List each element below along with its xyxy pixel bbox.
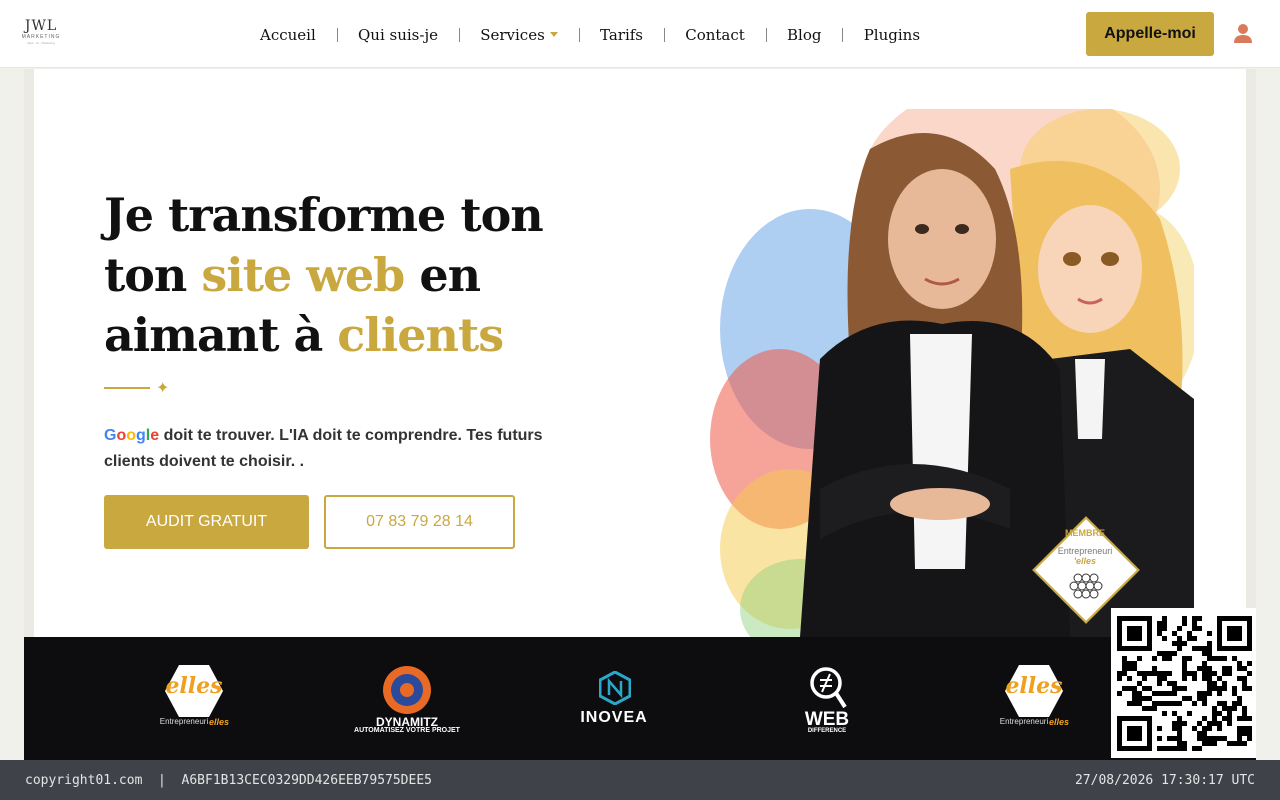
site-header: JWL MARKETING Web · IA · Marketing Accue… xyxy=(0,0,1280,68)
partner-web-difference[interactable]: WEB DIFFERENCE xyxy=(792,637,862,760)
partner-3-name: INOVEA xyxy=(580,709,648,726)
phone-button[interactable]: 07 83 79 28 14 xyxy=(324,495,515,549)
partner-dynamitz[interactable]: DYNAMITZ AUTOMATISEZ VOTRE PROJET xyxy=(342,637,472,760)
main-nav: Accueil Qui suis-je Services Tarifs Cont… xyxy=(250,24,930,46)
timestamp: 27/08/2026 17:30:17 UTC xyxy=(1074,773,1255,788)
nav-qui-suis-je[interactable]: Qui suis-je xyxy=(348,26,448,44)
badge-title: MEMBRE xyxy=(1065,528,1105,538)
partner-5-sub2: elles xyxy=(1048,717,1070,727)
footer-bar: copyright01.com | A6BF1B13CEC0329DD426EE… xyxy=(0,760,1280,800)
qr-code xyxy=(1111,608,1256,758)
call-me-button[interactable]: Appelle-moi xyxy=(1086,12,1214,56)
logo-mark: JWL xyxy=(24,18,58,34)
google-letter: e xyxy=(150,427,160,444)
partner-entrepreneurielles-2[interactable]: elles Entrepreneuri elles xyxy=(994,637,1074,760)
site-logo[interactable]: JWL MARKETING Web · IA · Marketing xyxy=(18,18,64,48)
magnifier-icon xyxy=(810,667,847,709)
nav-contact[interactable]: Contact xyxy=(675,26,755,44)
partner-4-sub: DIFFERENCE xyxy=(807,728,847,734)
user-icon[interactable] xyxy=(1232,22,1254,44)
chevron-down-icon xyxy=(549,32,558,37)
google-letter: G xyxy=(104,427,117,444)
headline-line-2a: ton xyxy=(104,248,202,302)
headline-highlight-clients: clients xyxy=(337,308,504,362)
partners-band: elles Entrepreneuri elles DYNAMITZ AUTOM… xyxy=(24,637,1256,760)
headline-line-2c: en xyxy=(404,248,481,302)
google-word: Google xyxy=(104,427,159,444)
badge-line-1: Entrepreneuri xyxy=(1057,546,1113,556)
nav-accueil[interactable]: Accueil xyxy=(250,26,326,44)
headline-line-1: Je transforme ton xyxy=(104,188,544,242)
google-letter: o xyxy=(126,427,137,444)
headline-highlight-site-web: site web xyxy=(201,248,405,302)
headline-line-3a: aimant à xyxy=(104,308,338,362)
partner-1-logo-text: elles xyxy=(165,673,223,699)
decorative-divider: ✦ xyxy=(104,380,174,397)
tagline-text: doit te trouver. L'IA doit te comprendre… xyxy=(104,427,543,470)
nav-services[interactable]: Services xyxy=(470,26,568,44)
partner-inovea[interactable]: INOVEA xyxy=(569,637,659,760)
partner-5-logo-text: elles xyxy=(1005,673,1063,699)
hero-tagline: Google doit te trouver. L'IA doit te com… xyxy=(104,423,564,475)
nav-blog[interactable]: Blog xyxy=(777,26,831,44)
divider-line xyxy=(104,387,150,389)
partner-entrepreneurielles[interactable]: elles Entrepreneuri elles xyxy=(154,637,234,760)
dynamitz-logo-icon xyxy=(383,666,431,714)
logo-tagline: Web · IA · Marketing xyxy=(27,41,55,45)
nav-services-label: Services xyxy=(480,26,545,44)
audit-gratuit-button[interactable]: AUDIT GRATUIT xyxy=(104,495,309,549)
badge-line-2: 'elles xyxy=(1073,556,1097,566)
hexagon-icon xyxy=(1069,573,1103,599)
copyright-text: copyright01.com | A6BF1B13CEC0329DD426EE… xyxy=(25,773,432,788)
nav-tarifs[interactable]: Tarifs xyxy=(590,26,653,44)
partner-1-sub2: elles xyxy=(208,717,230,727)
sparkle-icon: ✦ xyxy=(156,380,170,397)
logo-subtitle: MARKETING xyxy=(21,34,61,40)
partner-2-sub: AUTOMATISEZ VOTRE PROJET xyxy=(354,727,460,734)
inovea-logo-icon xyxy=(599,671,631,705)
nav-plugins[interactable]: Plugins xyxy=(854,26,930,44)
google-letter: o xyxy=(116,427,127,444)
hero-headline: Je transforme ton ton site web en aimant… xyxy=(104,185,644,365)
google-letter: g xyxy=(136,427,146,444)
